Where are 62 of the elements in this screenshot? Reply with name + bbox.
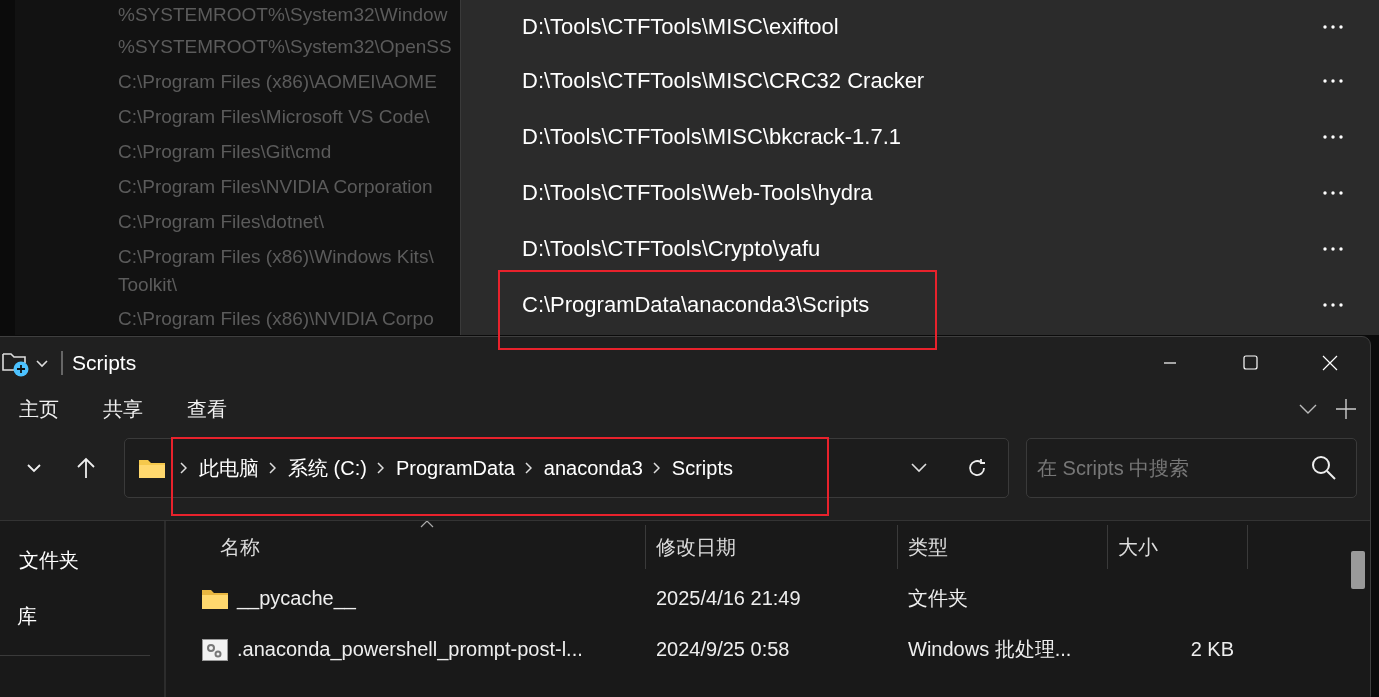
chevron-down-icon[interactable] bbox=[1298, 403, 1318, 415]
menu-tab[interactable]: 主页 bbox=[19, 395, 59, 423]
window-title: Scripts bbox=[72, 350, 137, 375]
column-header[interactable]: 大小 bbox=[1108, 525, 1248, 569]
refresh-icon[interactable] bbox=[966, 457, 988, 479]
up-arrow-icon[interactable] bbox=[76, 457, 96, 479]
search-field[interactable]: 在 Scripts 中搜索 bbox=[1026, 438, 1357, 498]
path-item[interactable]: D:\Tools\CTFTools\MISC\CRC32 Cracker bbox=[522, 68, 925, 94]
file-name[interactable]: __pycache__ bbox=[237, 587, 356, 610]
chevron-down-icon[interactable] bbox=[35, 357, 49, 368]
address-bar[interactable]: 此电脑 系统 (C:) ProgramData anaconda3 Scripts bbox=[124, 438, 1009, 498]
chevron-right-icon[interactable] bbox=[524, 462, 532, 474]
more-icon[interactable] bbox=[1323, 191, 1343, 195]
path-item[interactable]: D:\Tools\CTFTools\MISC\exiftool bbox=[522, 13, 839, 40]
file-name[interactable]: .anaconda_powershell_prompt-post-l... bbox=[237, 638, 583, 661]
chevron-right-icon[interactable] bbox=[180, 462, 187, 474]
path-text: %SYSTEMROOT%\System32\OpenSS bbox=[118, 35, 453, 59]
path-text: C:\Program Files (x86)\AOMEI\AOME bbox=[118, 70, 438, 94]
breadcrumb[interactable]: 此电脑 bbox=[199, 454, 259, 482]
more-icon[interactable] bbox=[1323, 79, 1343, 83]
chevron-down-icon[interactable] bbox=[910, 462, 928, 474]
path-item[interactable]: C:\ProgramData\anaconda3\Scripts bbox=[522, 292, 870, 318]
chevron-right-icon[interactable] bbox=[269, 462, 276, 474]
column-header[interactable]: 名称 bbox=[166, 525, 646, 569]
chevron-right-icon[interactable] bbox=[652, 462, 660, 474]
search-icon[interactable] bbox=[1311, 455, 1337, 481]
breadcrumb[interactable]: ProgramData bbox=[395, 456, 515, 480]
path-text: C:\Program Files\NVIDIA Corporation bbox=[118, 175, 434, 199]
sidebar-item[interactable]: 文件夹 bbox=[19, 543, 164, 599]
path-text: C:\Program Files (x86)\NVIDIA Corpo bbox=[118, 307, 435, 331]
sort-caret-icon bbox=[420, 521, 434, 528]
more-icon[interactable] bbox=[1323, 303, 1343, 307]
more-icon[interactable] bbox=[1323, 135, 1343, 139]
menu-tab[interactable]: 查看 bbox=[187, 395, 227, 423]
chevron-right-icon[interactable] bbox=[376, 462, 384, 474]
modified-date: 2024/9/25 0:58 bbox=[655, 638, 791, 661]
scrollbar-thumb[interactable] bbox=[1351, 551, 1365, 589]
path-text: C:\Program Files\Git\cmd bbox=[118, 140, 333, 164]
path-text: %SYSTEMROOT%\System32\Window bbox=[118, 3, 449, 27]
menu-tab[interactable]: 共享 bbox=[103, 395, 143, 423]
modified-date: 2025/4/16 21:49 bbox=[655, 587, 802, 610]
more-icon[interactable] bbox=[1323, 247, 1343, 251]
path-item[interactable]: D:\Tools\CTFTools\Crypto\yafu bbox=[522, 236, 821, 262]
file-type: 文件夹 bbox=[907, 586, 969, 611]
breadcrumb[interactable]: Scripts bbox=[671, 456, 733, 480]
folder-icon bbox=[202, 587, 228, 610]
file-type: Windows 批处理... bbox=[907, 637, 1073, 662]
folder-icon bbox=[138, 457, 166, 479]
more-icon[interactable] bbox=[1323, 24, 1343, 29]
plus-icon[interactable] bbox=[1336, 399, 1356, 419]
file-size: 2 KB bbox=[1190, 638, 1234, 660]
sidebar-item[interactable]: 库 bbox=[17, 599, 164, 655]
gear-file-icon bbox=[202, 638, 228, 661]
breadcrumb[interactable]: 系统 (C:) bbox=[288, 454, 367, 482]
column-header[interactable]: 类型 bbox=[898, 525, 1108, 569]
path-text: C:\Program Files (x86)\Windows Kits\ Toolkit\ bbox=[118, 245, 435, 297]
path-text: C:\Program Files\dotnet\ bbox=[118, 210, 325, 234]
path-item[interactable]: D:\Tools\CTFTools\MISC\bkcrack-1.7.1 bbox=[522, 124, 901, 150]
path-item[interactable]: D:\Tools\CTFTools\Web-Tools\hydra bbox=[522, 180, 873, 206]
breadcrumb[interactable]: anaconda3 bbox=[543, 456, 643, 480]
path-text: C:\Program Files\Microsoft VS Code\ bbox=[118, 105, 431, 129]
column-header[interactable]: 修改日期 bbox=[646, 525, 898, 569]
